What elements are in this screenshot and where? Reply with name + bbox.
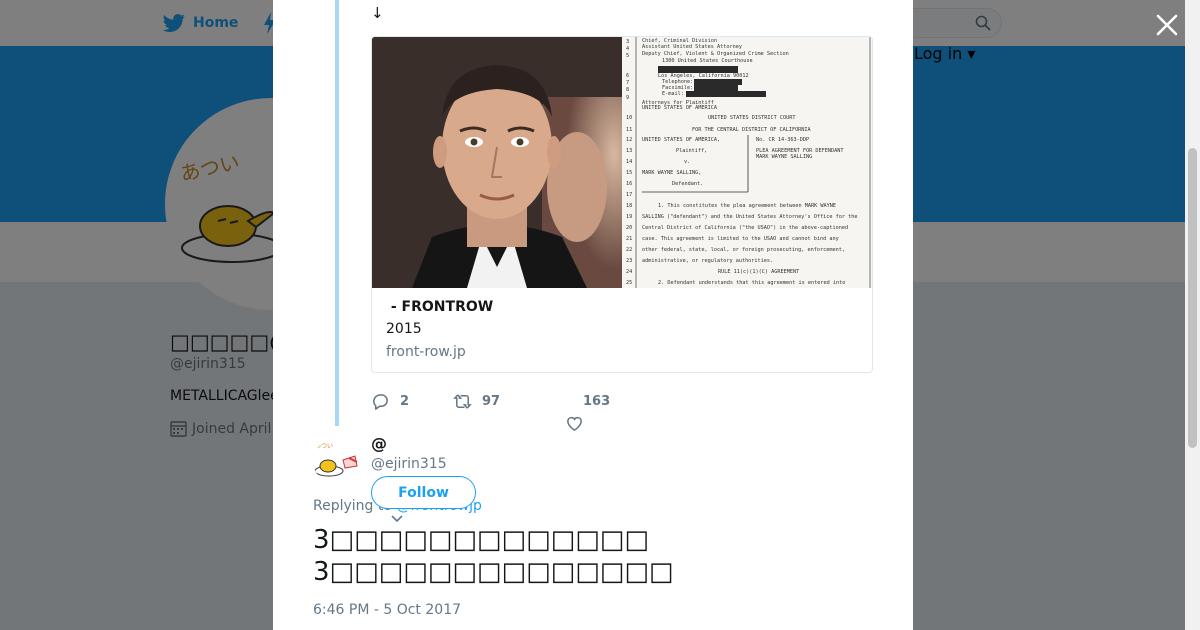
svg-text:No. CR 14-363-DDP: No. CR 14-363-DDP [756, 137, 809, 143]
svg-text:10: 10 [626, 115, 632, 121]
svg-text:あつい: あつい [315, 443, 333, 450]
svg-text:16: 16 [626, 181, 632, 187]
svg-text:5: 5 [626, 53, 629, 59]
svg-text:v.: v. [684, 159, 690, 165]
reply-avatar[interactable]: あつい [313, 438, 359, 484]
card-image: 3 Chief, Criminal Division 4 Assistant Uni… [372, 37, 872, 288]
svg-text:13: 13 [626, 148, 632, 154]
reply-text-line-2: 3□□□□□□□□□□□□□□ [313, 557, 674, 587]
svg-text:Plaintiff,: Plaintiff, [676, 148, 707, 154]
svg-text:19: 19 [626, 214, 632, 220]
tweet-actions: 2 97 163 [371, 392, 611, 432]
svg-text:25: 25 [626, 280, 632, 286]
svg-text:Defendant.: Defendant. [672, 181, 703, 187]
tweet-text: ↓ [371, 4, 384, 22]
svg-text:4: 4 [626, 46, 629, 52]
chevron-down-icon[interactable] [390, 514, 404, 524]
svg-text:UNITED STATES DISTRICT COURT: UNITED STATES DISTRICT COURT [708, 115, 795, 121]
reply-handle[interactable]: @ejirin315 [371, 456, 447, 472]
scrollbar-thumb[interactable] [1188, 148, 1197, 448]
svg-text:FOR THE CENTRAL DISTRICT OF CA: FOR THE CENTRAL DISTRICT OF CALIFORNIA [692, 127, 812, 133]
svg-text:6: 6 [626, 73, 629, 79]
reply-count: 2 [400, 394, 410, 409]
reply-button[interactable]: 2 [371, 392, 453, 411]
svg-text:20: 20 [626, 225, 632, 231]
page-scrollbar[interactable] [1185, 0, 1200, 630]
svg-text:1. This constitutes the plea: 1. This constitutes the plea agreement b… [658, 203, 836, 209]
thread-connector-line [335, 0, 339, 426]
svg-text:other federal, state, local, o: other federal, state, local, or foreign … [642, 247, 845, 253]
svg-text:24: 24 [626, 269, 632, 275]
like-button[interactable]: 163 [565, 394, 611, 432]
svg-text:22: 22 [626, 247, 632, 253]
retweet-count: 97 [482, 394, 501, 409]
svg-text:18: 18 [626, 203, 632, 209]
svg-text:Assistant United States Attorn: Assistant United States Attorney [642, 44, 742, 50]
svg-text:E-mail:: E-mail: [662, 91, 684, 97]
reply-tweet-text: 3□□□□□□□□□□□□□ 3□□□□□□□□□□□□□□ [313, 524, 673, 588]
svg-text:SALLING ("defendant") and the: SALLING ("defendant") and the United Sta… [642, 214, 858, 220]
svg-text:7: 7 [626, 80, 629, 86]
follow-button[interactable]: Follow [371, 476, 476, 509]
svg-text:15: 15 [626, 170, 632, 176]
svg-text:UNITED STATES OF AMERICA: UNITED STATES OF AMERICA [642, 105, 718, 111]
svg-text:case. This agreement is limit: case. This agreement is limited to the U… [642, 236, 839, 242]
svg-text:23: 23 [626, 258, 632, 264]
svg-text:MARK WAYNE SALLING: MARK WAYNE SALLING [756, 154, 812, 160]
svg-text:UNITED STATES OF AMERICA,: UNITED STATES OF AMERICA, [642, 137, 720, 143]
card-photo [372, 37, 622, 288]
svg-text:11: 11 [626, 127, 632, 133]
svg-text:17: 17 [626, 192, 632, 198]
card-description: 2015 [386, 321, 422, 337]
svg-text:1300 United States Courthouse: 1300 United States Courthouse [662, 58, 753, 64]
svg-text:12: 12 [626, 137, 632, 143]
reply-tweet: あつい @ @ejirin315 Replying to @frontrowjp… [273, 426, 913, 630]
svg-text:8: 8 [626, 87, 629, 93]
retweet-button[interactable]: 97 [453, 392, 565, 411]
svg-text:2. Defendant understands that: 2. Defendant understands that this agree… [658, 280, 845, 286]
svg-text:14: 14 [626, 159, 632, 165]
svg-text:MARK WAYNE SALLING,: MARK WAYNE SALLING, [642, 170, 701, 176]
reply-display-name[interactable]: @ [371, 434, 387, 453]
close-icon[interactable] [1154, 12, 1180, 38]
svg-text:administrative, or regulatory: administrative, or regulatory authoritie… [642, 258, 773, 264]
card-document-image: 3 Chief, Criminal Division 4 Assistant Uni… [622, 37, 872, 288]
like-count: 163 [583, 394, 611, 409]
svg-text:RULE 11(c)(1)(C) AGREEMENT: RULE 11(c)(1)(C) AGREEMENT [718, 269, 799, 275]
svg-text:Central District of California: Central District of California ("the USA… [642, 225, 848, 231]
link-preview-card[interactable]: 3 Chief, Criminal Division 4 Assistant Uni… [371, 36, 873, 373]
retweet-icon [453, 394, 472, 409]
svg-text:9: 9 [626, 95, 629, 101]
reply-timestamp[interactable]: 6:46 PM - 5 Oct 2017 [313, 602, 461, 618]
reply-icon [373, 394, 388, 410]
card-title: - FRONTROW [386, 299, 494, 315]
reply-text-line-1: 3□□□□□□□□□□□□□ [313, 525, 649, 555]
svg-text:Deputy Chief, Violent & Organi: Deputy Chief, Violent & Organized Crime … [642, 51, 789, 57]
svg-text:21: 21 [626, 236, 632, 242]
svg-text:3: 3 [626, 39, 629, 45]
tweet-permalink-modal: ↓ 3 Chief, Criminal Division 4 Assistant… [273, 0, 913, 630]
card-domain: front-row.jp [386, 344, 466, 360]
